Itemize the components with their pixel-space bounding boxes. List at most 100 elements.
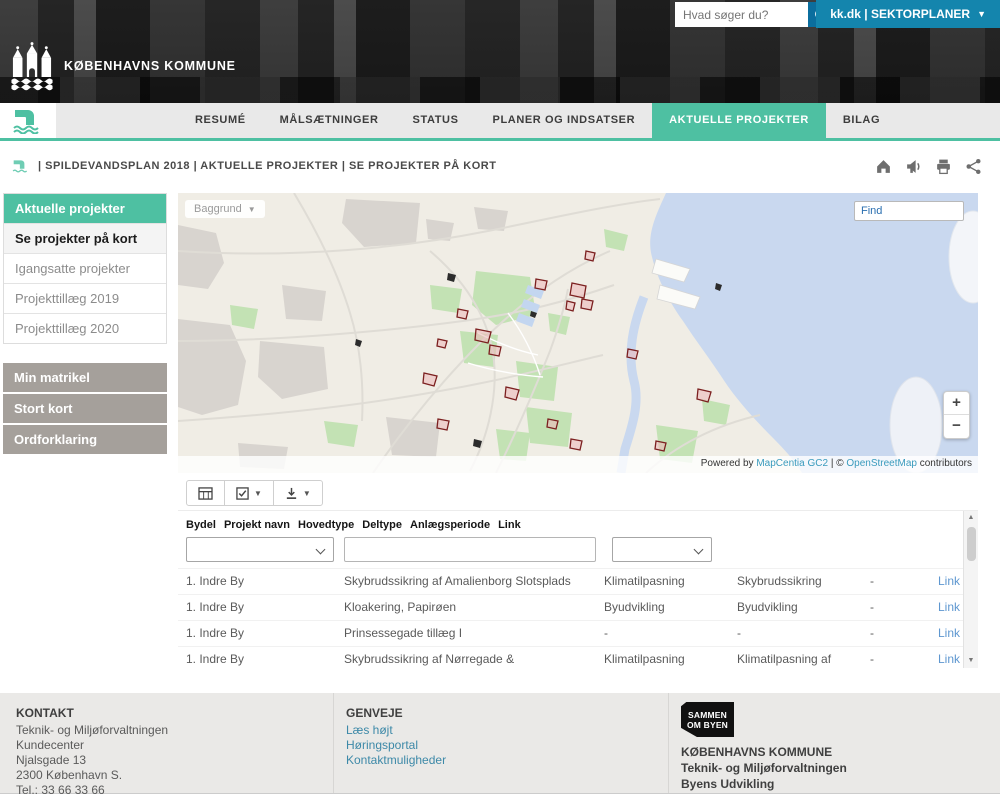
sidebar-tool-button[interactable]: Min matrikel — [3, 363, 167, 392]
contact-line: Njalsgade 13 — [16, 753, 333, 768]
read-aloud-icon[interactable] — [905, 158, 922, 175]
table-body: 1. Indre By Skybrudssikring af Amalienbo… — [178, 568, 978, 668]
projekt-navn-filter-input[interactable] — [344, 537, 596, 562]
badge-line1: SAMMEN — [688, 710, 727, 720]
nav-tab[interactable]: BILAG — [826, 103, 897, 138]
sidebar-tool-button[interactable]: Stort kort — [3, 394, 167, 423]
checkbox-icon — [236, 487, 249, 500]
table-scrollbar[interactable]: ▲ ▼ — [963, 511, 978, 668]
footer-link[interactable]: Kontaktmuligheder — [346, 753, 668, 768]
attribution-text: Powered by — [701, 458, 757, 469]
cell-bydel: 1. Indre By — [178, 621, 336, 646]
nav-tab[interactable]: AKTUELLE PROJEKTER — [652, 103, 826, 138]
nav-tab[interactable]: MÅLSÆTNINGER — [263, 103, 396, 138]
cell-anlaegsperiode: - — [862, 647, 930, 668]
page: KØBENHAVNS KOMMUNE kk.dk | SEKTORPLANER … — [0, 0, 1000, 798]
sidebar-item[interactable]: Projekttillæg 2020 — [4, 313, 166, 343]
scroll-up-icon[interactable]: ▲ — [968, 511, 975, 525]
site-search — [675, 2, 834, 27]
wastewater-pipe-small-icon — [12, 159, 30, 174]
column-header: Projekt navn — [216, 519, 290, 531]
sidebar-project-menu: Aktuelle projekter Se projekter på kortI… — [3, 193, 167, 344]
cell-projekt-navn: Skybrudssikring af Nørregade & Rådhusstr… — [336, 647, 596, 668]
column-header: Link — [490, 519, 521, 531]
map-and-table-column: Baggrund ▼ + − Powered by MapCentia GC2 … — [178, 193, 978, 668]
footer-contact: KONTAKT Teknik- og MiljøforvaltningenKun… — [0, 693, 333, 793]
contact-line: Tel.: 33 66 33 66 — [16, 783, 333, 798]
bydel-filter-select[interactable] — [186, 537, 334, 562]
sectorplan-logo[interactable] — [0, 103, 56, 138]
main-nav: RESUMÉMÅLSÆTNINGERSTATUSPLANER OG INDSAT… — [0, 103, 1000, 141]
main-content: Aktuelle projekter Se projekter på kortI… — [0, 193, 1000, 668]
sidebar-tools: Min matrikelStort kortOrdforklaring — [3, 363, 167, 454]
column-header: Hovedtype — [290, 519, 354, 531]
scroll-down-icon[interactable]: ▼ — [968, 654, 975, 668]
sidebar-header-aktuelle-projekter[interactable]: Aktuelle projekter — [4, 194, 166, 223]
chevron-down-icon: ▼ — [977, 9, 986, 19]
photo-header: KØBENHAVNS KOMMUNE kk.dk | SEKTORPLANER … — [0, 0, 1000, 103]
cell-deltype: Skybrudssikring — [729, 569, 862, 594]
select-columns-button[interactable]: ▼ — [224, 480, 274, 506]
sektorplaner-button[interactable]: kk.dk | SEKTORPLANER ▼ — [816, 0, 1000, 28]
hovedtype-filter-select[interactable] — [612, 537, 712, 562]
cell-bydel: 1. Indre By — [178, 595, 336, 620]
download-icon — [285, 487, 298, 500]
footer-org: SAMMEN OM BYEN KØBENHAVNS KOMMUNETeknik-… — [668, 693, 1000, 793]
footer-link[interactable]: Læs højt — [346, 723, 668, 738]
cell-hovedtype: Klimatilpasning — [596, 569, 729, 594]
sidebar-item[interactable]: Igangsatte projekter — [4, 253, 166, 283]
home-icon[interactable] — [875, 158, 892, 175]
table-view-button[interactable] — [186, 480, 225, 506]
baggrund-label: Baggrund — [194, 203, 242, 215]
map-canvas[interactable]: Baggrund ▼ + − Powered by MapCentia GC2 … — [178, 193, 978, 473]
cell-hovedtype: Klimatilpasning — [596, 647, 729, 668]
contact-line: 2300 København S. — [16, 768, 333, 783]
table-row: 1. Indre By Skybrudssikring af Nørregade… — [178, 646, 978, 668]
contact-lines: Teknik- og MiljøforvaltningenKundecenter… — [16, 723, 333, 798]
zoom-out-button[interactable]: − — [944, 415, 969, 438]
scrollbar-thumb[interactable] — [967, 527, 976, 561]
table-row: 1. Indre By Kloakering, Papirøen Byudvik… — [178, 594, 978, 620]
shortcut-links: Læs højtHøringsportalKontaktmuligheder — [346, 723, 668, 768]
nav-tab[interactable]: STATUS — [396, 103, 476, 138]
nav-tab[interactable]: PLANER OG INDSATSER — [476, 103, 653, 138]
org-lines: KØBENHAVNS KOMMUNETeknik- og Miljøforval… — [681, 744, 1000, 792]
baggrund-layer-dropdown[interactable]: Baggrund ▼ — [185, 200, 265, 218]
cell-deltype: Klimatilpasning af — [729, 647, 862, 668]
sidebar-item[interactable]: Projekttillæg 2019 — [4, 283, 166, 313]
sammen-om-byen-badge: SAMMEN OM BYEN — [681, 702, 734, 737]
nav-tab[interactable]: RESUMÉ — [178, 103, 263, 138]
print-icon[interactable] — [935, 158, 952, 175]
cell-deltype: Byudvikling — [729, 595, 862, 620]
municipality-logo: KØBENHAVNS KOMMUNE — [10, 40, 236, 92]
contact-title: KONTAKT — [16, 706, 333, 720]
footer: KONTAKT Teknik- og MiljøforvaltningenKun… — [0, 693, 1000, 793]
mapcentia-link[interactable]: MapCentia GC2 — [756, 458, 828, 469]
breadcrumb-row: | SPILDEVANDSPLAN 2018 | AKTUELLE PROJEK… — [0, 141, 1000, 191]
footer-link[interactable]: Høringsportal — [346, 738, 668, 753]
map-find-input[interactable] — [854, 201, 964, 221]
column-header: Bydel — [178, 519, 216, 531]
nav-items: RESUMÉMÅLSÆTNINGERSTATUSPLANER OG INDSAT… — [178, 103, 897, 138]
zoom-in-button[interactable]: + — [944, 392, 969, 415]
map-attribution: Powered by MapCentia GC2 | © OpenStreetM… — [178, 456, 978, 473]
copenhagen-crest-icon — [10, 40, 54, 92]
table-toolbar: ▼ ▼ — [186, 480, 978, 506]
cell-projekt-navn: Kloakering, Papirøen — [336, 595, 596, 620]
share-icon[interactable] — [965, 158, 982, 175]
contact-line: Kundecenter — [16, 738, 333, 753]
sidebar-tool-button[interactable]: Ordforklaring — [3, 425, 167, 454]
projects-table: BydelProjekt navnHovedtypeDeltypeAnlægsp… — [178, 510, 978, 668]
table-filter-row — [178, 537, 978, 562]
openstreetmap-link[interactable]: OpenStreetMap — [846, 458, 917, 469]
column-header: Anlægsperiode — [402, 519, 490, 531]
cell-bydel: 1. Indre By — [178, 647, 336, 668]
sidebar-item[interactable]: Se projekter på kort — [4, 223, 166, 253]
org-line: KØBENHAVNS KOMMUNE — [681, 744, 1000, 760]
download-button[interactable]: ▼ — [273, 480, 323, 506]
footer-shortcuts: GENVEJE Læs højtHøringsportalKontaktmuli… — [333, 693, 668, 793]
page-actions — [875, 158, 982, 175]
badge-line2: OM BYEN — [687, 720, 728, 730]
map-zoom-control: + − — [943, 391, 970, 439]
search-input[interactable] — [675, 2, 808, 27]
